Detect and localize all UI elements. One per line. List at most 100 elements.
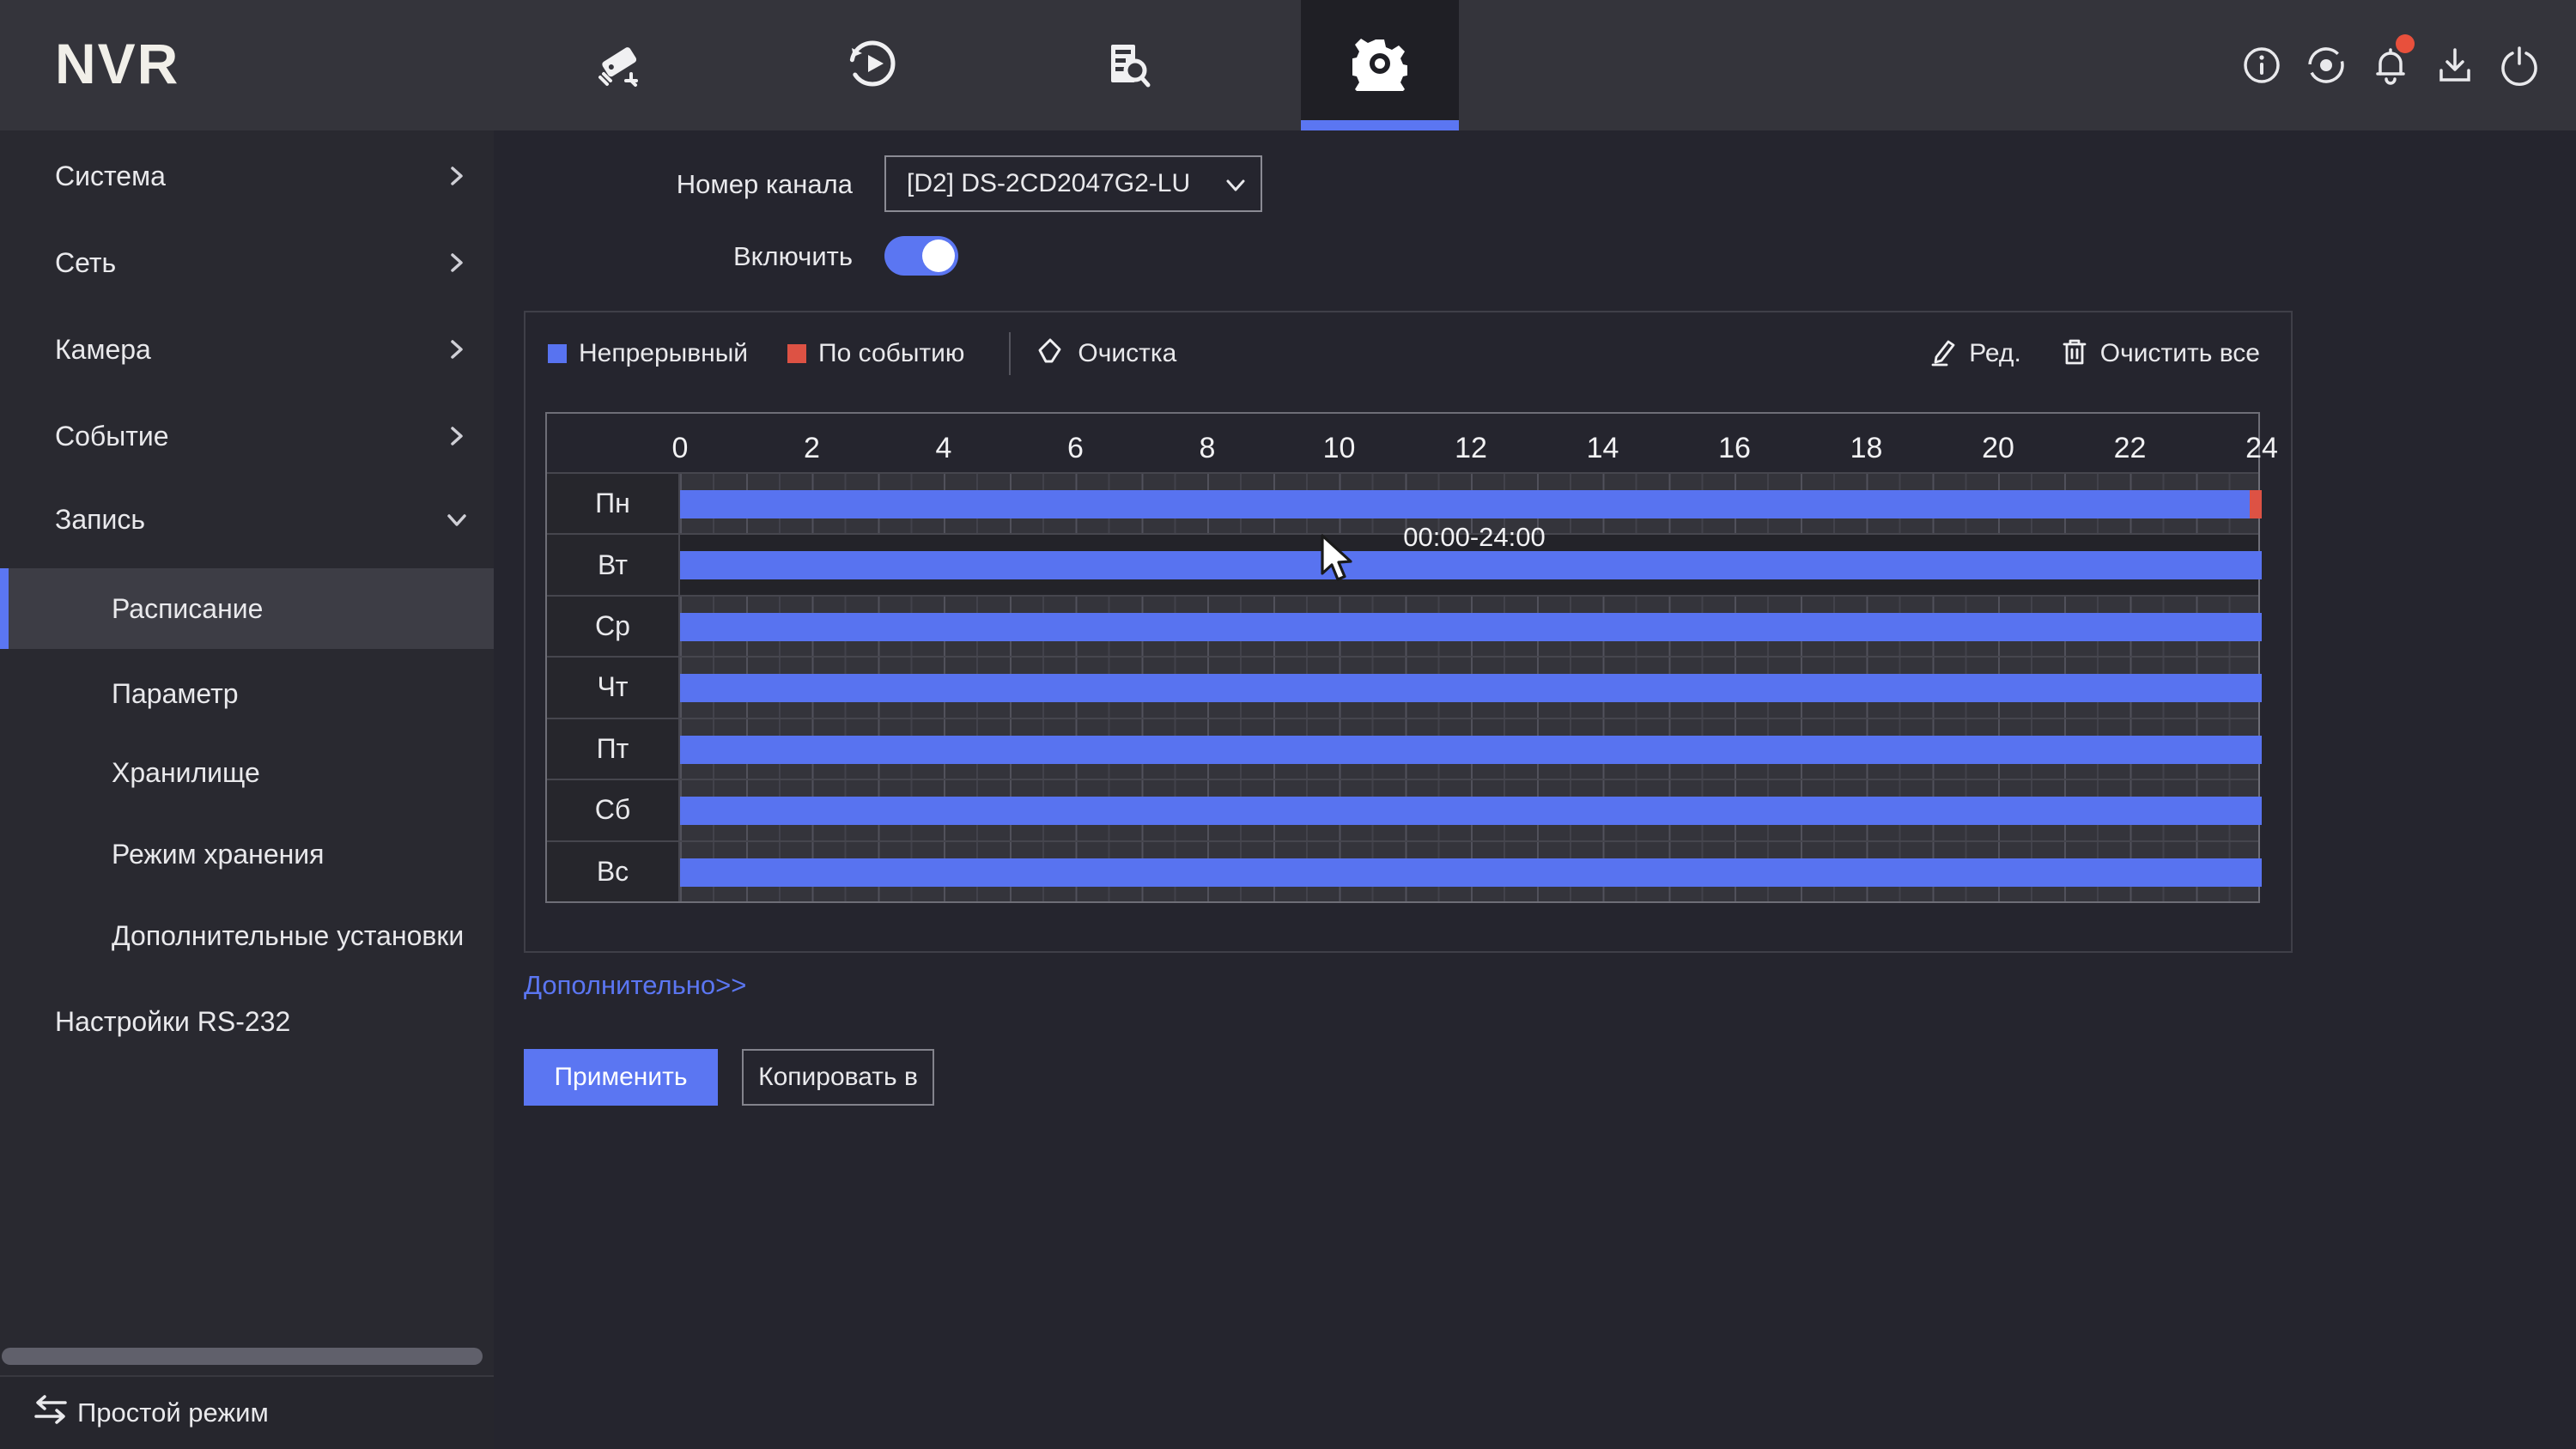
- tab-settings[interactable]: [1301, 0, 1459, 130]
- sidebar-item-label: Камера: [55, 334, 151, 366]
- event-bar[interactable]: [2250, 490, 2262, 518]
- clear-all-button[interactable]: Очистить все: [2100, 339, 2260, 368]
- schedule-row-wednesday[interactable]: Ср: [547, 595, 2258, 656]
- day-label: Вс: [547, 842, 680, 901]
- day-band[interactable]: [680, 719, 2258, 779]
- tab-playback[interactable]: [793, 0, 951, 130]
- schedule-row-thursday[interactable]: Чт: [547, 656, 2258, 717]
- sidebar-item-storage[interactable]: Хранилище: [0, 732, 494, 813]
- legend-event-label: По событию: [818, 339, 964, 368]
- day-label: Вт: [547, 535, 680, 594]
- sidebar-item-event[interactable]: Событие: [0, 396, 494, 476]
- legend-event-swatch: [787, 344, 806, 363]
- sidebar-item-label: Хранилище: [112, 757, 260, 789]
- more-link[interactable]: Дополнительно>>: [524, 970, 746, 1001]
- sidebar-item-label: Параметр: [112, 678, 239, 710]
- edit-pencil-icon[interactable]: [1928, 336, 1969, 372]
- sidebar-item-label: Система: [55, 161, 166, 192]
- top-bar: NVR: [0, 0, 2576, 130]
- eraser-label[interactable]: Очистка: [1078, 339, 1176, 368]
- day-band[interactable]: [680, 658, 2258, 717]
- hour-tick-label: 2: [804, 432, 820, 465]
- edit-button[interactable]: Ред.: [1969, 339, 2021, 368]
- nvr-logo: NVR: [55, 31, 179, 96]
- hour-tick-label: 12: [1455, 432, 1487, 465]
- hour-tick-label: 16: [1718, 432, 1751, 465]
- schedule-grid[interactable]: 0 2 4 6 8 10 12 14 16 18 20 22 24 Пн: [545, 412, 2260, 903]
- hour-tick-label: 20: [1982, 432, 2014, 465]
- sidebar-item-record[interactable]: Запись: [0, 479, 494, 560]
- hour-tick-label: 14: [1587, 432, 1619, 465]
- sidebar-item-advanced-settings[interactable]: Дополнительные установки: [0, 895, 494, 976]
- channel-label: Номер канала: [524, 169, 853, 200]
- sidebar-item-label: Дополнительные установки: [112, 920, 464, 952]
- enable-toggle[interactable]: [884, 236, 958, 276]
- channel-select-value: [D2] DS-2CD2047G2-LU: [907, 169, 1190, 198]
- day-band[interactable]: [680, 597, 2258, 656]
- sidebar-item-schedule[interactable]: Расписание: [0, 568, 494, 649]
- sidebar-item-rs232[interactable]: Настройки RS-232: [0, 981, 494, 1062]
- sidebar-item-label: Режим хранения: [112, 839, 324, 870]
- schedule-row-saturday[interactable]: Сб: [547, 779, 2258, 840]
- schedule-panel: Непрерывный По событию Очистка Ред.: [524, 311, 2293, 953]
- sidebar-item-network[interactable]: Сеть: [0, 222, 494, 303]
- hour-tick-label: 24: [2245, 432, 2278, 465]
- hour-tick-label: 22: [2114, 432, 2147, 465]
- toggle-knob: [922, 239, 955, 272]
- continuous-bar[interactable]: [680, 490, 2250, 518]
- sidebar-item-label: Настройки RS-232: [55, 1006, 290, 1038]
- channel-select[interactable]: [D2] DS-2CD2047G2-LU: [884, 155, 1262, 212]
- playback-icon: [845, 36, 900, 95]
- mouse-cursor: [1321, 534, 1364, 591]
- enable-label: Включить: [524, 241, 853, 272]
- schedule-tooltip: 00:00-24:00: [1403, 522, 1545, 553]
- legend-divider: [1009, 332, 1011, 375]
- download-icon[interactable]: [2434, 45, 2476, 86]
- hours-axis: 0 2 4 6 8 10 12 14 16 18 20 22 24: [547, 414, 2258, 472]
- settings-gear-icon: [1352, 36, 1407, 95]
- day-band[interactable]: [680, 780, 2258, 840]
- nvr-settings-screen: NVR: [0, 0, 2576, 1449]
- continuous-bar[interactable]: [680, 674, 2262, 702]
- schedule-row-friday[interactable]: Пт: [547, 718, 2258, 779]
- simple-mode-label: Простой режим: [77, 1397, 269, 1428]
- chevron-right-icon: [444, 250, 470, 276]
- simple-mode-switch[interactable]: Простой режим: [0, 1375, 494, 1449]
- continuous-bar[interactable]: [680, 551, 2262, 579]
- hour-tick-label: 6: [1067, 432, 1084, 465]
- sidebar-item-label: Запись: [55, 504, 145, 536]
- sidebar-scrollbar[interactable]: [2, 1348, 483, 1365]
- hour-tick-label: 10: [1323, 432, 1356, 465]
- eraser-icon[interactable]: [1033, 336, 1078, 373]
- alarm-bell-icon[interactable]: [2370, 45, 2411, 86]
- day-band[interactable]: [680, 842, 2258, 901]
- copy-to-button[interactable]: Копировать в: [742, 1049, 934, 1106]
- continuous-bar[interactable]: [680, 858, 2262, 887]
- continuous-bar[interactable]: [680, 736, 2262, 764]
- sidebar-item-storage-mode[interactable]: Режим хранения: [0, 814, 494, 894]
- hour-tick-label: 4: [936, 432, 952, 465]
- sidebar-item-parameter[interactable]: Параметр: [0, 653, 494, 734]
- record-icon[interactable]: [2306, 45, 2347, 86]
- sidebar-item-camera[interactable]: Камера: [0, 309, 494, 390]
- hour-tick-label: 0: [672, 432, 689, 465]
- tab-log-search[interactable]: [1048, 0, 1206, 130]
- tab-live-view[interactable]: [540, 0, 698, 130]
- legend-continuous-swatch: [548, 344, 567, 363]
- trash-icon[interactable]: [2059, 336, 2100, 372]
- apply-button[interactable]: Применить: [524, 1049, 718, 1106]
- continuous-bar[interactable]: [680, 613, 2262, 641]
- sidebar-item-system[interactable]: Система: [0, 136, 494, 216]
- day-label: Ср: [547, 597, 680, 656]
- day-label: Пн: [547, 474, 680, 533]
- day-label: Сб: [547, 780, 680, 840]
- legend-continuous-label: Непрерывный: [579, 339, 748, 368]
- sidebar-item-label: Сеть: [55, 247, 116, 279]
- sidebar: Система Сеть Камера Событие Запись Распи…: [0, 130, 494, 1449]
- continuous-bar[interactable]: [680, 797, 2262, 825]
- schedule-tools: Ред. Очистить все: [1928, 335, 2260, 373]
- power-icon[interactable]: [2499, 45, 2540, 86]
- schedule-row-sunday[interactable]: Вс: [547, 840, 2258, 901]
- info-icon[interactable]: [2241, 45, 2282, 86]
- sidebar-item-label: Расписание: [112, 593, 263, 625]
